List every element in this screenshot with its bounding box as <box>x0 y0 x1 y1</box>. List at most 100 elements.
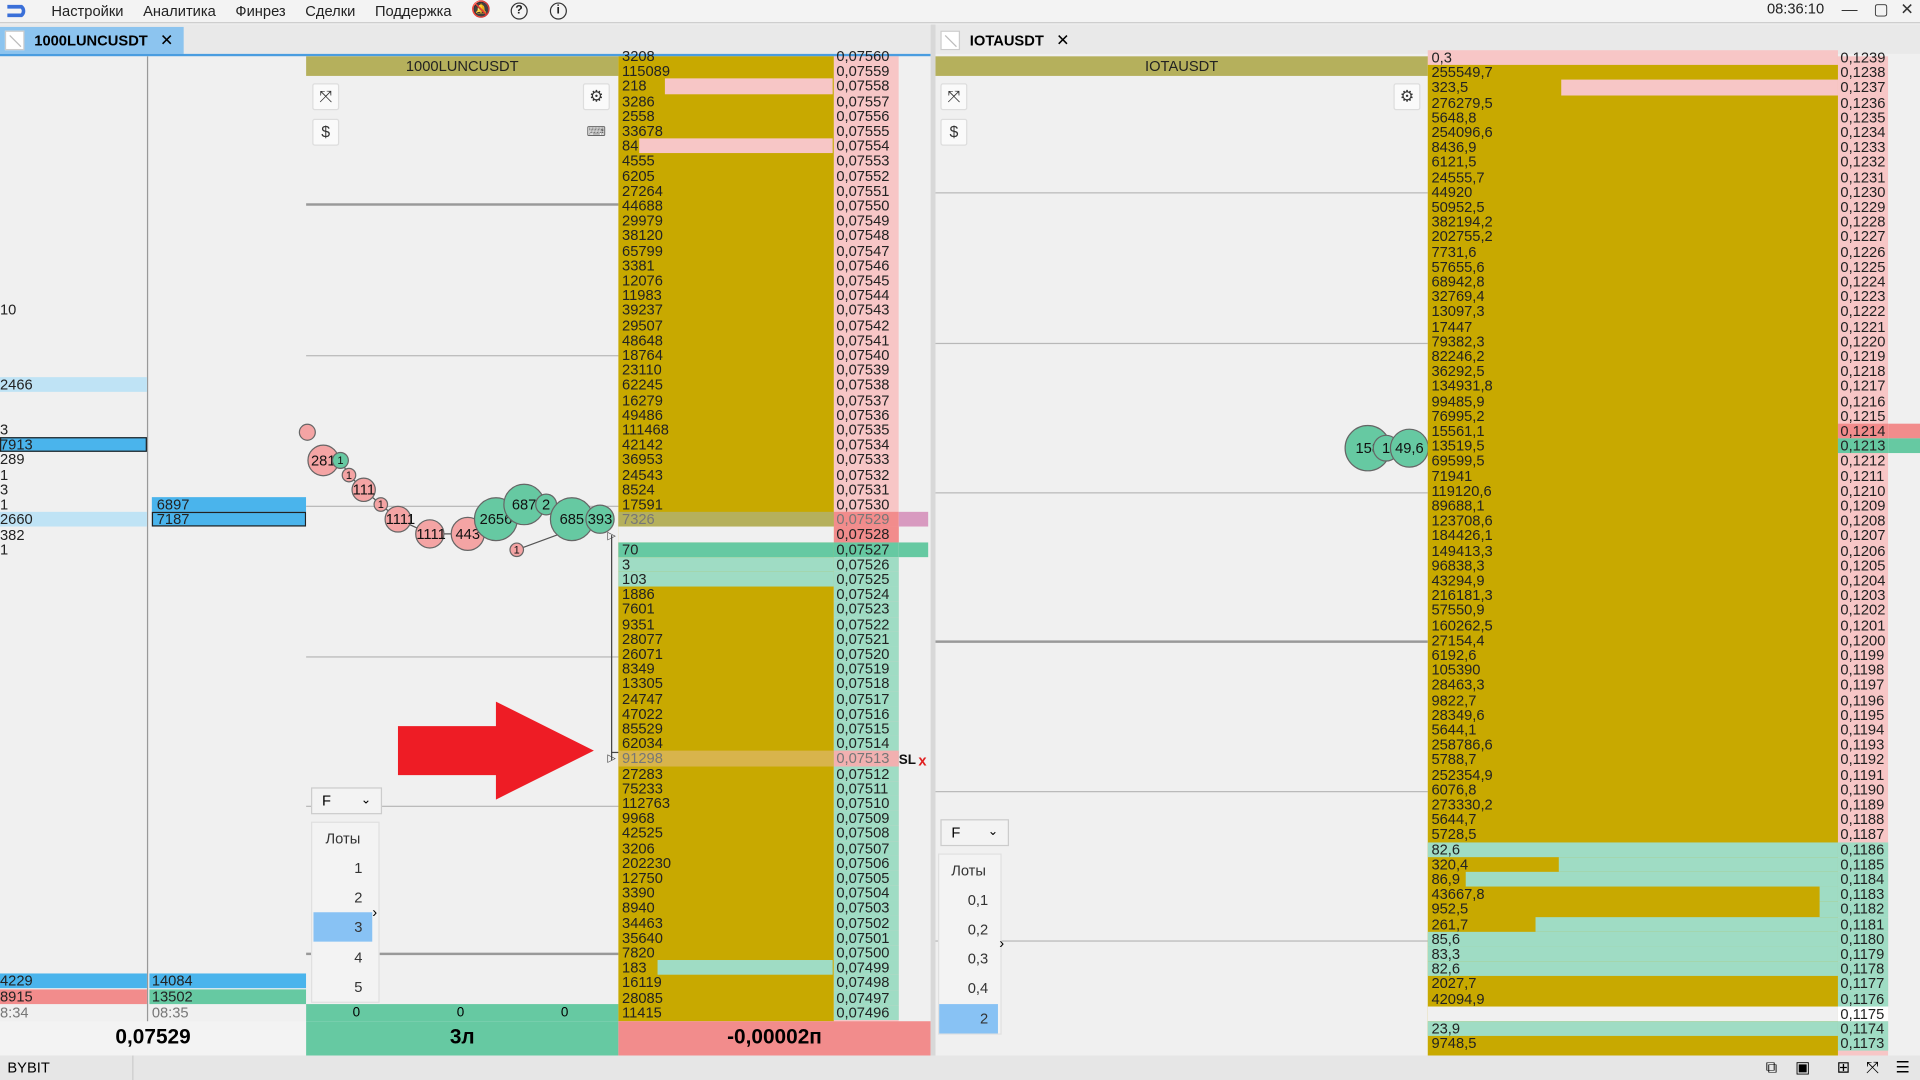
volume-cell: 29507 <box>622 317 663 333</box>
chevron-down-icon: ⌄ <box>987 825 998 839</box>
app-window: Настройки Аналитика Финрез Сделки Поддер… <box>0 0 1920 1080</box>
lot-option[interactable]: 0,4 <box>939 973 998 1002</box>
price-cell: 0,1183 <box>1840 885 1885 903</box>
help-icon[interactable]: ? <box>510 2 528 20</box>
volume-cell: 202755,2 <box>1431 229 1493 245</box>
lot-option[interactable]: 5 <box>313 972 372 1001</box>
minimize-icon[interactable]: — <box>1842 0 1858 18</box>
price-cell: 0,1205 <box>1840 556 1886 575</box>
menu-support[interactable]: Поддержка <box>375 2 452 19</box>
bottom-volume: 8915 <box>0 989 33 1005</box>
chart-type-icon[interactable]: ⤧ <box>940 83 968 111</box>
settings-gear-icon[interactable]: ⚙ <box>582 83 610 111</box>
volume-cell: 9748,5 <box>1431 1036 1477 1052</box>
bracket-bottom-marker[interactable]: ▷ <box>607 752 615 765</box>
price-cell: 0,07526 <box>836 555 890 573</box>
price-cell: 0,07538 <box>836 376 890 394</box>
price-cell: 0,1185 <box>1840 855 1885 873</box>
price-cell: 0,07517 <box>836 690 890 708</box>
order-type-dropdown[interactable]: F ⌄ <box>940 819 1009 847</box>
price-cell: 0,07556 <box>836 107 890 125</box>
volume-cell: 5644,7 <box>1431 812 1477 827</box>
price-cell: 0,07513 <box>836 749 890 768</box>
lots-header: Лоты <box>325 830 361 848</box>
list-icon[interactable]: ☰ <box>1896 1056 1910 1080</box>
volume-cell: 16279 <box>622 392 663 408</box>
chart-type-icon[interactable]: ⤧ <box>312 83 340 111</box>
price-cell: 0,07553 <box>836 152 890 170</box>
keyboard-icon[interactable]: ⌨ <box>587 124 606 140</box>
lot-option[interactable]: 0,1 <box>939 885 998 914</box>
lot-option-selected[interactable]: 3 <box>313 912 373 942</box>
volume-cell: 75233 <box>622 780 663 796</box>
volume-cell: 27283 <box>622 766 663 781</box>
close-tab-icon[interactable]: ✕ <box>1056 31 1069 51</box>
tab-iotausdt[interactable]: IOTAUSDT ✕ <box>936 27 1083 54</box>
price-cell: 0,1187 <box>1840 825 1885 843</box>
volume-cell: 44920 <box>1431 184 1473 200</box>
volume-cell: 28085 <box>622 990 663 1006</box>
notifications-off-icon[interactable]: 🔕 <box>471 1 491 19</box>
price-cell: 0,1216 <box>1840 392 1886 410</box>
volume-cell: 43667,8 <box>1431 886 1485 902</box>
volume-bar <box>1427 841 1838 857</box>
price-cell: 0,07541 <box>836 331 890 349</box>
close-tab-icon[interactable]: ✕ <box>160 31 173 51</box>
lot-option-selected[interactable]: 2 <box>939 1004 998 1034</box>
volume-cell: 6192,6 <box>1431 647 1477 663</box>
lot-option[interactable]: 4 <box>313 943 372 972</box>
volume-cell: 82,6 <box>1431 841 1461 857</box>
price-cell: 0,1230 <box>1840 183 1886 201</box>
menu-analytics[interactable]: Аналитика <box>143 2 216 19</box>
settings-gear-icon[interactable]: ⚙ <box>1393 83 1421 111</box>
info-icon[interactable]: i <box>549 2 567 20</box>
close-window-icon[interactable]: ✕ <box>1900 0 1913 20</box>
lot-option[interactable]: 0,2 <box>939 915 998 944</box>
trade-bubble-partial <box>298 423 316 441</box>
volume-bar <box>1427 50 1838 66</box>
price-cell: 0,1192 <box>1840 751 1885 769</box>
price-cell: 0,07554 <box>836 137 890 155</box>
volume-cell: 28349,6 <box>1431 707 1485 723</box>
price-cell: 0,1206 <box>1840 541 1886 560</box>
dollar-icon[interactable]: $ <box>940 118 968 146</box>
price-cell: 0,07504 <box>836 884 890 902</box>
volume-cell: 7601 <box>622 601 655 617</box>
tab-1000luncusdt[interactable]: 1000LUNCUSDT ✕ <box>0 26 184 54</box>
lot-option[interactable]: 1 <box>313 853 372 882</box>
price-cell: 0,1213 <box>1840 437 1886 455</box>
price-cell: 0,1237 <box>1840 78 1886 96</box>
volume-cell: 320,4 <box>1431 856 1469 872</box>
menu-settings[interactable]: Настройки <box>51 2 123 19</box>
chevron-right-icon[interactable]: › <box>372 904 377 921</box>
bottom-value: 0 <box>352 1005 361 1021</box>
lot-option[interactable]: 0,3 <box>939 944 998 973</box>
chart-add-icon[interactable]: ⤧ <box>1866 1056 1879 1080</box>
volume-bar <box>639 138 833 154</box>
screen-icon[interactable]: ⧉ <box>1766 1056 1777 1080</box>
dollar-icon[interactable]: $ <box>312 118 340 146</box>
menu-trades[interactable]: Сделки <box>305 2 355 19</box>
maximize-icon[interactable]: ▢ <box>1873 0 1888 20</box>
volume-cell: 85,6 <box>1431 931 1461 947</box>
volume-cell: 70 <box>622 541 639 557</box>
menu-finrez[interactable]: Финрез <box>235 2 285 19</box>
lot-option[interactable]: 2 <box>313 883 372 912</box>
price-cell: 0,1188 <box>1840 810 1885 828</box>
volume-cell: 24555,7 <box>1431 169 1485 185</box>
stop-loss-close-icon[interactable]: x <box>918 752 926 769</box>
price-cell: 0,1234 <box>1840 123 1886 141</box>
volume-cell: 49486 <box>622 407 663 423</box>
volume-bar <box>1561 80 1838 95</box>
volume-cell: 9351 <box>622 616 655 632</box>
cluster-volume: 2466 <box>0 377 33 393</box>
window-icon[interactable]: ▣ <box>1795 1056 1810 1080</box>
chevron-right-icon[interactable]: › <box>999 934 1004 951</box>
add-panel-icon[interactable]: ⊞ <box>1837 1056 1850 1080</box>
volume-cell: 6076,8 <box>1431 782 1477 798</box>
order-type-dropdown[interactable]: F ⌄ <box>311 787 383 815</box>
bracket-top-marker[interactable]: ▷ <box>607 529 615 542</box>
volume-cell: 3208 <box>622 48 655 64</box>
price-cell: 0,1217 <box>1840 377 1886 395</box>
price-cell: 0,07503 <box>836 899 890 917</box>
